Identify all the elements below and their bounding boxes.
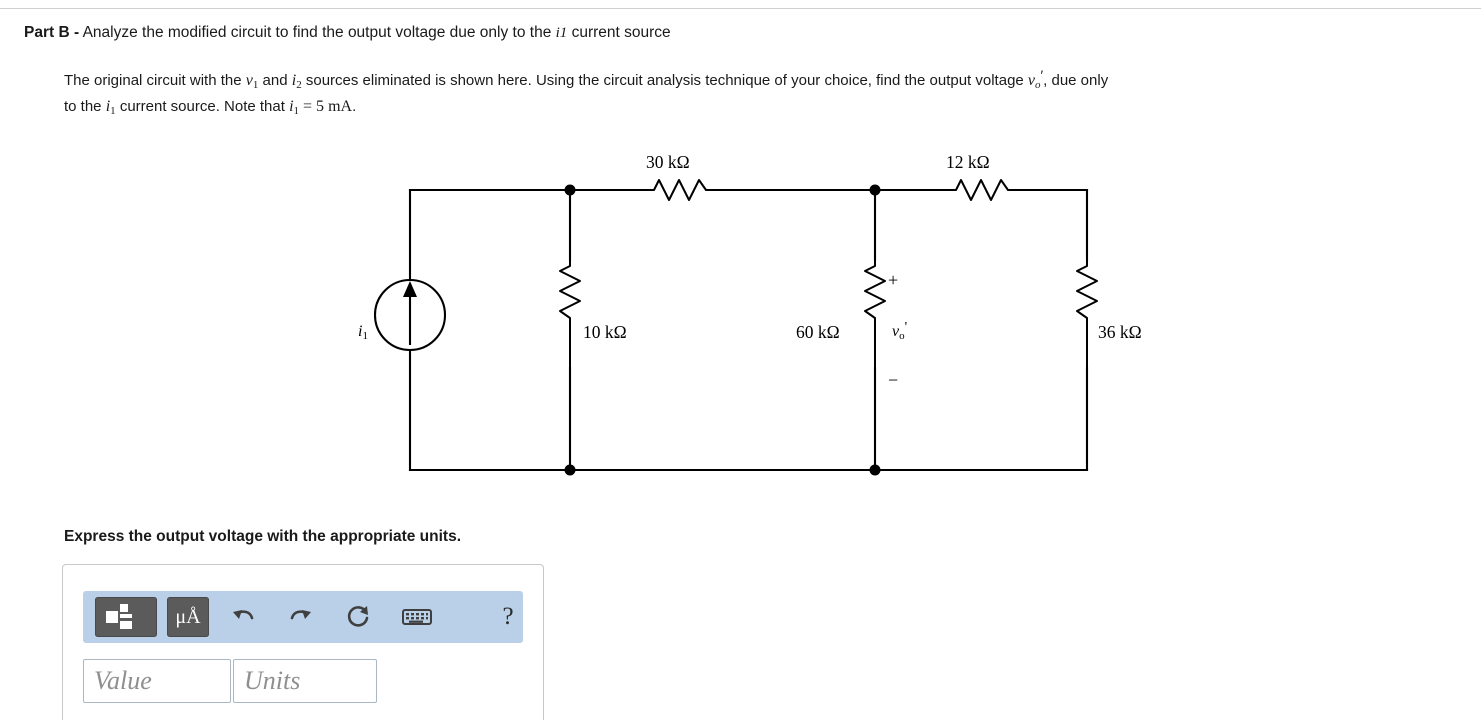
node-dot	[869, 184, 881, 196]
part-label: Part B -	[24, 24, 80, 41]
resistor-12k-label: 12 kΩ	[946, 152, 990, 172]
math-toolbar: μÅ ?	[83, 591, 523, 643]
prompt-vo: v	[1027, 71, 1036, 89]
math-template-button[interactable]	[95, 597, 157, 637]
reset-icon[interactable]	[339, 597, 379, 637]
output-voltage-label: vo'	[892, 320, 908, 342]
undo-icon[interactable]	[223, 597, 263, 637]
top-divider	[0, 8, 1481, 9]
value-input[interactable]: Value	[83, 659, 231, 703]
resistor-12k-symbol	[950, 179, 1022, 201]
part-title-pre: Analyze the modified circuit to find the…	[82, 24, 556, 41]
answer-panel: μÅ ? Value Units	[62, 564, 544, 720]
resistor-36k-label: 36 kΩ	[1098, 322, 1142, 342]
units-input[interactable]: Units	[233, 659, 377, 703]
part-title-post: current source	[567, 24, 671, 41]
units-button-label: μÅ	[175, 605, 201, 628]
polarity-minus: −	[888, 370, 899, 390]
prompt-s7: = 5	[299, 97, 329, 115]
prompt-s2: and	[258, 71, 292, 89]
prompt-s1: The original circuit with the	[64, 71, 246, 89]
prompt-unit: mA	[328, 97, 353, 115]
node-dot	[564, 464, 576, 476]
express-instruction: Express the output voltage with the appr…	[64, 528, 462, 545]
resistor-36k-symbol	[1076, 260, 1098, 368]
polarity-plus: +	[888, 270, 899, 290]
prompt-s8: .	[352, 97, 357, 115]
resistor-10k-label: 10 kΩ	[583, 322, 627, 342]
resistor-60k-label: 60 kΩ	[796, 322, 840, 342]
circuit-diagram: i1 30 kΩ 12 kΩ 10 kΩ 60 kΩ 36 kΩ + − vo'	[330, 140, 1210, 525]
prompt-v1: v	[245, 71, 253, 89]
part-title-i1: i1	[555, 25, 568, 41]
math-template-icon	[104, 604, 148, 630]
help-button[interactable]: ?	[493, 597, 523, 637]
units-button[interactable]: μÅ	[167, 597, 209, 637]
question-prompt: The original circuit with the v1 and i2 …	[64, 64, 1464, 122]
source-arrow	[403, 281, 417, 297]
prompt-s5: to the	[64, 97, 106, 115]
redo-icon[interactable]	[281, 597, 321, 637]
prompt-s4: , due only	[1043, 71, 1109, 89]
prompt-s6: current source. Note that	[115, 97, 290, 115]
resistor-10k-symbol	[559, 260, 581, 368]
node-dot	[564, 184, 576, 196]
resistor-30k-label: 30 kΩ	[646, 152, 690, 172]
resistor-30k-symbol	[648, 179, 720, 201]
circuit-svg	[373, 179, 1098, 476]
source-label: i1	[358, 323, 368, 343]
resistor-60k-symbol	[864, 260, 886, 368]
keyboard-icon[interactable]	[397, 597, 437, 637]
node-dot	[869, 464, 881, 476]
part-heading: Part B - Analyze the modified circuit to…	[24, 24, 671, 42]
prompt-s3: sources eliminated is shown here. Using …	[301, 71, 1028, 89]
